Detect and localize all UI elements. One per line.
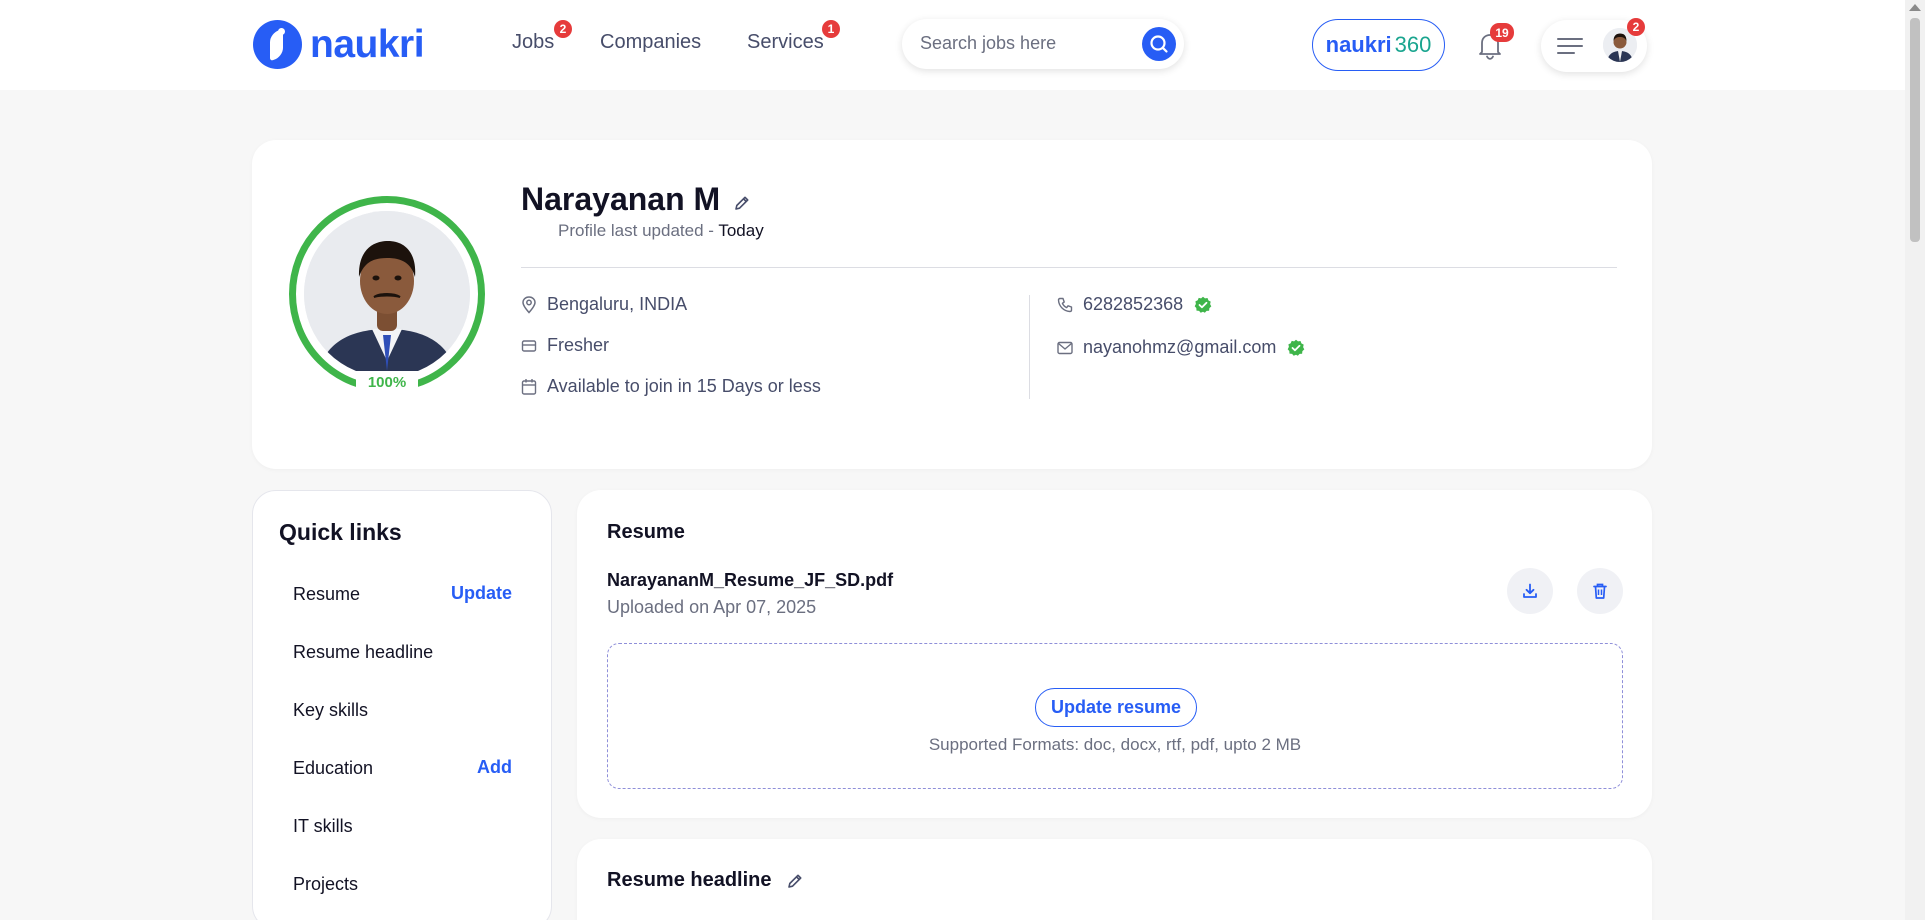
updated-value: Today [718, 221, 764, 240]
nav-companies-label: Companies [600, 31, 702, 53]
delete-resume-button[interactable] [1577, 568, 1623, 614]
pencil-icon [788, 874, 802, 888]
resume-headline-section: Resume headline [577, 839, 1652, 920]
profile-location: Bengaluru, INDIA [521, 294, 687, 315]
experience-text: Fresher [547, 335, 610, 355]
profile-completion-percent: 100% [356, 371, 418, 395]
user-menu-button[interactable]: 2 [1541, 18, 1647, 72]
logo-text: naukri [310, 22, 425, 66]
calendar-icon [521, 378, 537, 395]
location-text: Bengaluru, INDIA [547, 294, 688, 314]
verified-check-icon [1288, 339, 1305, 356]
supported-formats-text: Supported Formats: doc, docx, rtf, pdf, … [928, 735, 1302, 754]
trash-icon [1593, 583, 1607, 599]
resume-file-name: NarayananM_Resume_JF_SD.pdf [607, 570, 894, 590]
quick-link-education[interactable]: Education [293, 758, 373, 779]
quick-link-key-skills[interactable]: Key skills [293, 700, 368, 721]
services-count-badge: 1 [822, 20, 840, 38]
verified-check-icon [1194, 296, 1212, 313]
updated-prefix: Profile last updated - [558, 221, 719, 240]
scroll-up-arrow-icon[interactable] [1909, 4, 1921, 11]
profile-availability: Available to join in 15 Days or less [521, 376, 821, 397]
edit-profile-button[interactable] [732, 193, 752, 213]
location-pin-icon [522, 295, 536, 314]
nav-jobs-label: Jobs [512, 31, 555, 53]
email-text: nayanohmz@gmail.com [1083, 337, 1277, 357]
menu-count-badge: 2 [1627, 18, 1645, 36]
profile-summary-card: 100% Narayanan M Profile last updated - … [252, 140, 1652, 469]
phone-text: 6282852368 [1083, 294, 1184, 314]
profile-divider [521, 267, 1617, 268]
resume-section: Resume NarayananM_Resume_JF_SD.pdf Uploa… [577, 490, 1652, 818]
pencil-icon [735, 196, 749, 210]
scrollbar-thumb[interactable] [1910, 18, 1920, 242]
quick-link-projects[interactable]: Projects [293, 874, 358, 895]
resume-headline-title: Resume headline [607, 869, 772, 891]
naukri-logo[interactable]: naukri [253, 20, 425, 69]
edit-resume-headline-button[interactable] [785, 871, 805, 896]
resume-update-link[interactable]: Update [451, 583, 512, 604]
quick-link-it-skills[interactable]: IT skills [293, 816, 353, 837]
top-navigation-bar: naukri Jobs 2 Companies Services 1 naukr… [0, 0, 1905, 90]
notifications-count-badge: 19 [1490, 23, 1514, 42]
nav-companies[interactable]: Companies [600, 31, 701, 54]
nav-jobs[interactable]: Jobs 2 [512, 20, 572, 54]
availability-text: Available to join in 15 Days or less [547, 376, 821, 396]
download-resume-button[interactable] [1507, 568, 1553, 614]
briefcase-icon [521, 339, 537, 352]
profile-email: nayanohmz@gmail.com [1057, 337, 1315, 358]
search-button[interactable] [1142, 27, 1176, 61]
nav-services-label: Services [747, 31, 824, 53]
resume-section-title: Resume [607, 521, 685, 543]
update-resume-button[interactable]: Update resume [1035, 688, 1197, 727]
quick-links-panel: Quick links Resume Update Resume headlin… [252, 490, 552, 920]
resume-upload-dropzone[interactable]: Update resume Supported Formats: doc, do… [607, 643, 1623, 789]
profile-photo[interactable] [304, 211, 470, 377]
quick-link-resume[interactable]: Resume [293, 584, 360, 605]
jobs-count-badge: 2 [554, 20, 572, 38]
notifications-button[interactable]: 19 [1473, 23, 1514, 62]
naukri-logo-icon [253, 20, 302, 69]
education-add-link[interactable]: Add [477, 757, 512, 778]
quick-link-resume-headline[interactable]: Resume headline [293, 642, 433, 663]
naukri360-label: naukri [1325, 32, 1392, 57]
quick-links-title: Quick links [279, 519, 402, 545]
phone-icon [1057, 297, 1073, 312]
profile-name: Narayanan M [521, 181, 721, 217]
naukri360-number: 360 [1394, 32, 1432, 57]
profile-experience: Fresher [521, 335, 609, 356]
search-input[interactable] [920, 33, 1130, 54]
profile-last-updated: Profile last updated - Today [558, 221, 764, 241]
resume-upload-date: Uploaded on Apr 07, 2025 [607, 597, 817, 617]
job-search-bar [902, 19, 1184, 69]
nav-services[interactable]: Services 1 [747, 20, 840, 54]
download-icon [1523, 583, 1537, 598]
hamburger-menu-icon [1557, 38, 1583, 54]
naukri360-button[interactable]: naukri 360 [1312, 19, 1445, 71]
profile-phone: 6282852368 [1057, 294, 1222, 315]
search-icon [1150, 35, 1168, 53]
mail-icon [1057, 341, 1073, 354]
profile-column-divider [1029, 295, 1030, 399]
